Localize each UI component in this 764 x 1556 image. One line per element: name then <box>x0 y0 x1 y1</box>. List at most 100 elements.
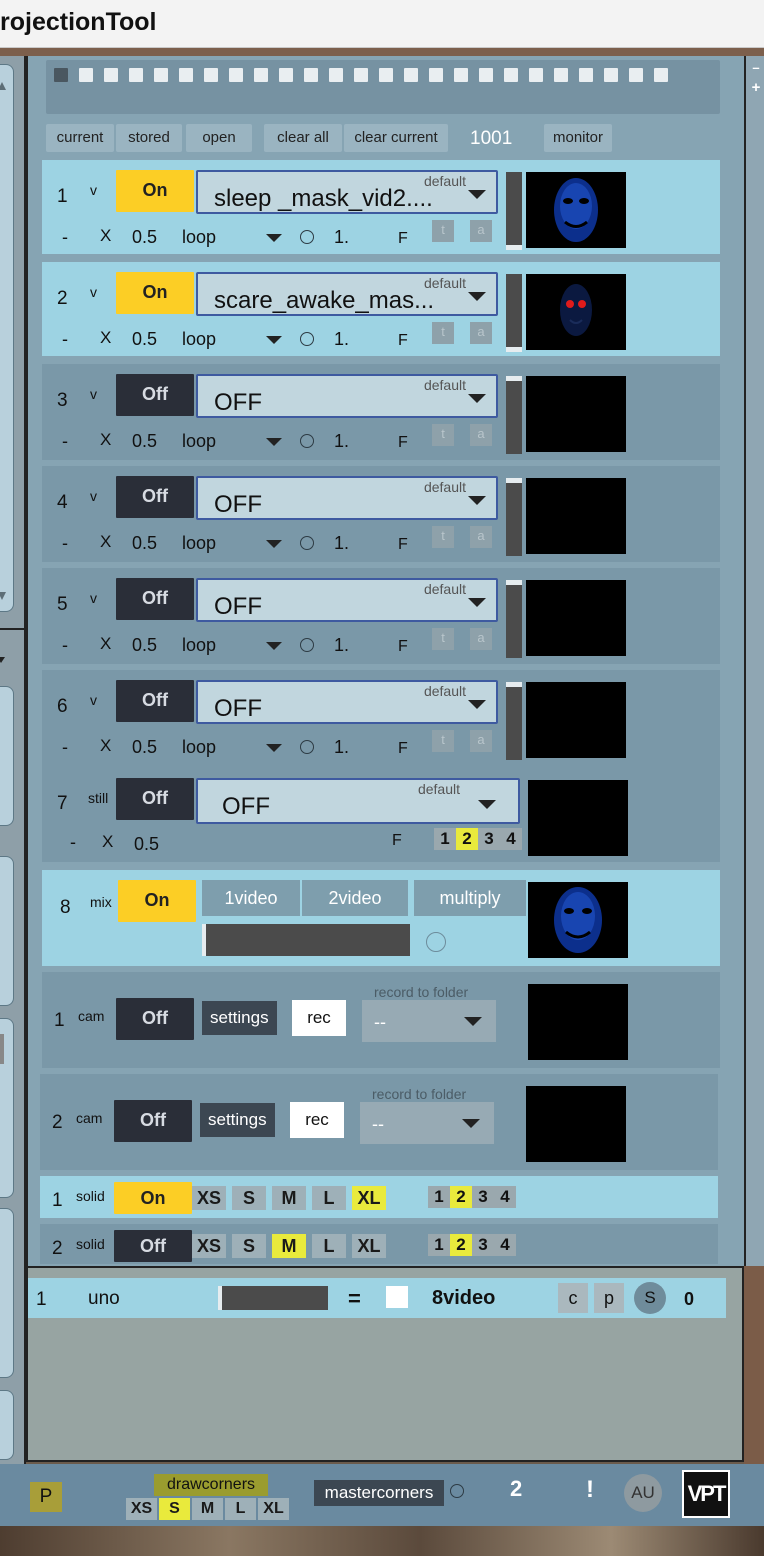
chevron-down-icon[interactable] <box>468 496 486 505</box>
screen-number-button[interactable]: 2 <box>456 828 478 850</box>
screen-number-button[interactable]: 3 <box>478 828 500 850</box>
solid-size-button[interactable]: S <box>232 1234 266 1258</box>
preset-slot[interactable] <box>404 68 418 82</box>
stored-button[interactable]: stored <box>116 124 182 152</box>
solid-size-button[interactable]: L <box>312 1234 346 1258</box>
cam-settings-button[interactable]: settings <box>202 1001 277 1035</box>
output-name[interactable]: uno <box>88 1288 120 1310</box>
chevron-down-icon[interactable] <box>468 394 486 403</box>
screen-number-button[interactable]: 1 <box>434 828 456 850</box>
preset-slot[interactable] <box>304 68 318 82</box>
chevron-down-icon[interactable] <box>468 700 486 709</box>
solid-on-off-button[interactable]: Off <box>114 1230 192 1262</box>
screen-number-button[interactable]: 3 <box>472 1234 494 1256</box>
solid-size-button[interactable]: M <box>272 1186 306 1210</box>
loop-mode-label[interactable]: loop <box>182 431 216 452</box>
video-on-off-button[interactable]: Off <box>116 680 194 722</box>
chevron-down-icon[interactable] <box>468 598 486 607</box>
loop-mode-label[interactable]: loop <box>182 227 216 248</box>
cam-rec-button[interactable]: rec <box>292 1000 346 1036</box>
loop-mode-label[interactable]: loop <box>182 635 216 656</box>
drawcorners-size-button[interactable]: XS <box>126 1498 157 1520</box>
solid-size-button[interactable]: XS <box>192 1186 226 1210</box>
rate-value[interactable]: 1. <box>334 431 349 452</box>
chevron-down-icon[interactable] <box>266 744 282 752</box>
preset-slot[interactable] <box>254 68 268 82</box>
preset-slot[interactable] <box>654 68 668 82</box>
loop-toggle-circle[interactable] <box>300 536 314 550</box>
open-button[interactable]: open <box>186 124 252 152</box>
rate-value[interactable]: 1. <box>334 533 349 554</box>
preset-strip[interactable] <box>46 60 720 114</box>
still-file-select[interactable]: default OFF <box>196 778 520 824</box>
t-button[interactable]: t <box>432 424 454 446</box>
monitor-button[interactable]: monitor <box>544 124 612 152</box>
rate-value[interactable]: 1. <box>334 635 349 656</box>
loop-toggle-circle[interactable] <box>300 740 314 754</box>
output-slider[interactable] <box>218 1286 328 1310</box>
right-scrollbar[interactable]: – + <box>744 56 764 1266</box>
left-panel-handle[interactable] <box>0 1034 4 1064</box>
drawcorners-button[interactable]: drawcorners <box>154 1474 268 1496</box>
left-panel-box[interactable] <box>0 1390 14 1460</box>
minus-label[interactable]: - <box>62 431 68 452</box>
drawcorners-size-button[interactable]: XL <box>258 1498 289 1520</box>
chevron-down-icon[interactable] <box>266 438 282 446</box>
minus-label[interactable]: - <box>62 227 68 248</box>
chevron-down-icon[interactable] <box>468 190 486 199</box>
preset-slot[interactable] <box>479 68 493 82</box>
loop-mode-label[interactable]: loop <box>182 737 216 758</box>
solid-size-button[interactable]: XS <box>192 1234 226 1258</box>
solid-size-button[interactable]: M <box>272 1234 306 1258</box>
video-file-select[interactable]: default OFF <box>196 476 498 520</box>
a-button[interactable]: a <box>470 424 492 446</box>
screen-number-button[interactable]: 4 <box>494 1186 516 1208</box>
speed-value[interactable]: 0.5 <box>132 329 157 350</box>
video-on-off-button[interactable]: Off <box>116 476 194 518</box>
c-button[interactable]: c <box>558 1283 588 1313</box>
preset-slot[interactable] <box>529 68 543 82</box>
cam-settings-button[interactable]: settings <box>200 1103 275 1137</box>
minus-label[interactable]: - <box>62 737 68 758</box>
chevron-down-icon[interactable] <box>478 800 496 809</box>
level-meter[interactable] <box>506 274 522 352</box>
preset-slot[interactable] <box>229 68 243 82</box>
a-button[interactable]: a <box>470 730 492 752</box>
output-source[interactable]: 8video <box>432 1287 495 1310</box>
p-toggle[interactable]: P <box>30 1482 62 1512</box>
video-file-select[interactable]: default OFF <box>196 680 498 724</box>
preset-slot[interactable] <box>204 68 218 82</box>
solid-on-off-button[interactable]: On <box>114 1182 192 1214</box>
level-meter[interactable] <box>506 376 522 454</box>
preset-slot[interactable] <box>129 68 143 82</box>
level-meter[interactable] <box>506 478 522 556</box>
minus-label[interactable]: - <box>62 533 68 554</box>
current-button[interactable]: current <box>46 124 114 152</box>
left-panel-box[interactable] <box>0 686 14 826</box>
minus-label[interactable]: - <box>62 635 68 656</box>
t-button[interactable]: t <box>432 628 454 650</box>
clear-all-button[interactable]: clear all <box>264 124 342 152</box>
still-off-button[interactable]: Off <box>116 778 194 820</box>
screen-number-button[interactable]: 1 <box>428 1234 450 1256</box>
mix-toggle-circle[interactable] <box>426 932 446 952</box>
loop-mode-label[interactable]: loop <box>182 533 216 554</box>
solid-size-button[interactable]: S <box>232 1186 266 1210</box>
scroll-down-icon[interactable] <box>0 588 7 600</box>
minus-label[interactable]: - <box>70 832 76 853</box>
screen-number-button[interactable]: 2 <box>450 1234 472 1256</box>
left-panel[interactable] <box>0 56 26 1466</box>
left-panel-box[interactable] <box>0 856 14 1006</box>
solid-size-button[interactable]: XL <box>352 1186 386 1210</box>
t-button[interactable]: t <box>432 526 454 548</box>
a-button[interactable]: a <box>470 322 492 344</box>
level-meter[interactable] <box>506 580 522 658</box>
s-button[interactable]: S <box>634 1282 666 1314</box>
speed-value[interactable]: 0.5 <box>134 834 159 855</box>
alert-icon[interactable]: ! <box>586 1476 594 1504</box>
video-on-off-button[interactable]: Off <box>116 374 194 416</box>
speed-value[interactable]: 0.5 <box>132 227 157 248</box>
p-button[interactable]: p <box>594 1283 624 1313</box>
a-button[interactable]: a <box>470 628 492 650</box>
preset-slot[interactable] <box>79 68 93 82</box>
